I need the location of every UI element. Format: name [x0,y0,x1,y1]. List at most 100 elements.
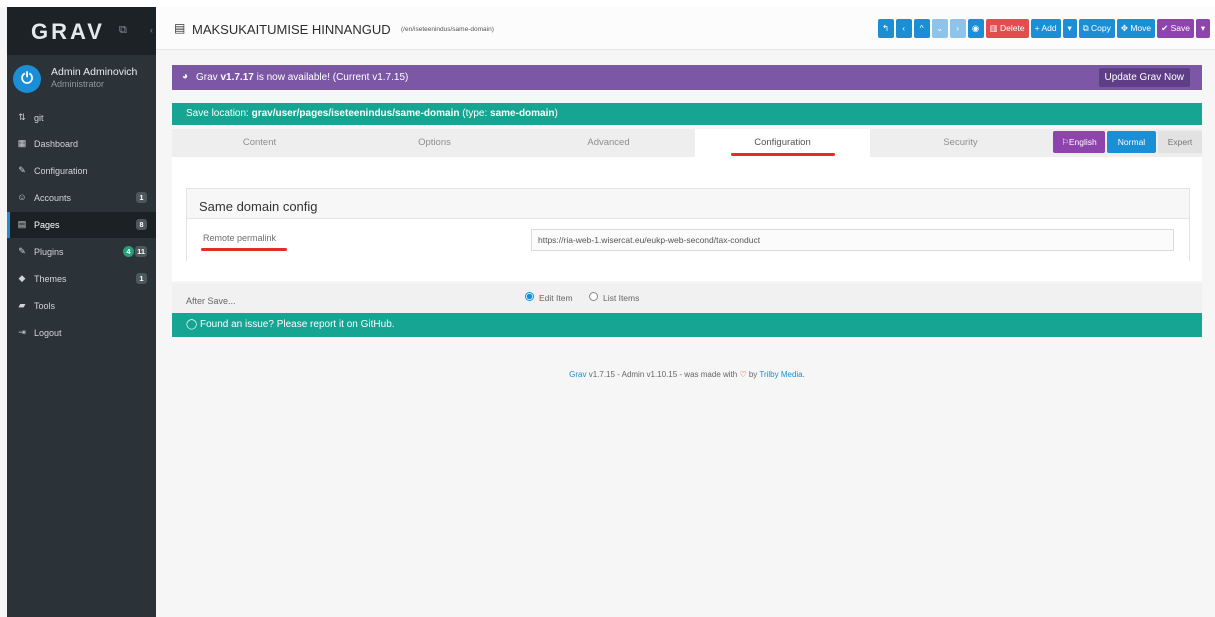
check-icon: ✔ [1161,23,1171,33]
tab-options[interactable]: Options [347,129,522,157]
update-notice: ◕ Grav v1.7.17 is now available! (Curren… [172,65,1202,90]
language-label: English [1068,137,1097,147]
preview-button[interactable]: ◉ [967,19,984,38]
sidebar-item-label: Tools [34,301,56,311]
eye-icon: ◉ [971,23,980,33]
file-icon: ▤ [17,219,27,229]
github-issue-label: Found an issue? Please report it on GitH… [199,319,395,330]
sidebar-item-dashboard[interactable]: ▦ Dashboard [7,131,156,157]
sidebar-item-logout[interactable]: ⇥ Logout [7,320,156,346]
footer: Grav v1.7.15 - Admin v1.10.15 - was made… [172,370,1202,379]
sidebar-item-accounts[interactable]: ☺ Accounts 1 [7,185,156,211]
footer-end: . [802,370,805,379]
themes-count-badge: 1 [136,273,147,284]
add-button[interactable]: + Add [1030,19,1061,38]
save-location-type: same-domain [490,108,555,119]
pages-count-badge: 8 [136,219,147,230]
save-location-text: Save location: grav/user/pages/iseteenin… [186,108,558,119]
label-highlight-underline [201,248,287,251]
list-items-label[interactable]: List Items [603,293,639,303]
save-location-prefix: Save location: [186,108,252,119]
footer-by: by [746,370,760,379]
remote-permalink-input[interactable]: https://ria-web-1.wisercat.eu/eukp-web-s… [531,229,1174,251]
child-page-button[interactable]: ⌄ [931,19,948,38]
sidebar-item-plugins[interactable]: ✎ Plugins 4 11 [7,239,156,265]
edit-item-label[interactable]: Edit Item [539,293,573,303]
user-profile[interactable]: ⏻ Admin Adminovich Administrator [7,59,156,105]
sidebar-item-label: Themes [34,274,67,284]
collapse-sidebar-icon[interactable]: ‹ [150,25,153,35]
mode-normal-button[interactable]: Normal [1107,131,1156,153]
remote-permalink-label: Remote permalink [203,233,277,243]
list-items-radio[interactable] [589,292,598,301]
save-location-type-prefix: (type: [459,108,491,119]
save-location-path: grav/user/pages/iseteenindus/same-domain [251,108,460,119]
add-dropdown-button[interactable]: ▾ [1062,19,1077,38]
compass-icon: ◕ [182,71,189,82]
github-issue-bar[interactable]: ◯ Found an issue? Please report it on Gi… [172,313,1202,337]
wrench-icon: ✎ [18,165,26,175]
update-notice-text: Grav v1.7.17 is now available! (Current … [196,72,408,83]
sidebar-item-label: Accounts [34,193,72,203]
parent-page-button[interactable]: ^ [913,19,930,38]
page-tabs: Content Options Advanced Configuration S… [172,129,1202,157]
caret-down-icon: ▾ [1067,23,1072,33]
language-button[interactable]: ⚐English [1053,131,1105,153]
config-section: Same domain config Remote permalink http… [186,188,1190,261]
back-button[interactable]: ↰ [877,19,894,38]
plugins-count-badge: 11 [135,246,147,257]
sidebar-item-tools[interactable]: ▰ Tools [7,293,156,319]
footer-text: v1.7.15 - Admin v1.10.15 - was made with [586,370,740,379]
copy-button[interactable]: ⧉ Copy [1078,19,1115,38]
sidebar-item-git[interactable]: ⇅ git [7,105,156,131]
avatar: ⏻ [13,65,41,93]
sidebar-item-label: Configuration [34,166,88,176]
dashboard-icon: ▦ [17,138,27,148]
save-location-bar: Save location: grav/user/pages/iseteenin… [172,103,1202,125]
tab-label: Configuration [754,137,811,148]
grav-logo[interactable]: GRAV [31,19,105,45]
sidebar-item-pages[interactable]: ▤ Pages 8 [7,212,156,238]
sidebar-item-label: Logout [34,328,62,338]
form-field-row: Remote permalink https://ria-web-1.wiser… [187,218,1189,261]
chevron-down-icon: ⌄ [936,23,944,33]
sidebar: GRAV ⧉ ‹ ⏻ Admin Adminovich Administrato… [7,7,156,617]
external-link-icon[interactable]: ⧉ [119,24,127,37]
tab-panel: Same domain config Remote permalink http… [172,157,1202,281]
tab-highlight-underline [731,153,835,156]
grav-link[interactable]: Grav [569,370,586,379]
save-button[interactable]: ✔ Save [1157,19,1194,38]
user-role: Administrator [51,79,105,89]
previous-page-button[interactable]: ‹ [895,19,912,38]
top-edge [0,0,1215,7]
move-button[interactable]: ✥ Move [1116,19,1156,38]
tab-configuration[interactable]: Configuration [695,129,870,157]
update-grav-button[interactable]: Update Grav Now [1098,68,1190,87]
heart-icon: ♡ [739,370,747,379]
file-icon: ▤ [174,21,186,35]
sidebar-item-configuration[interactable]: ✎ Configuration [7,158,156,184]
add-label: Add [1041,23,1057,33]
page-toolbar: ↰ ‹ ^ ⌄ › ◉ ▥ Delete + Add ▾ ⧉ Copy ✥ Mo… [877,19,1210,38]
plug-icon: ✎ [18,246,26,256]
tab-security[interactable]: Security [870,129,1051,157]
logo-bar: GRAV ⧉ ‹ [7,7,156,55]
tab-content[interactable]: Content [172,129,347,157]
notice-prefix: Grav [196,72,221,83]
flag-icon: ⚐ [1061,137,1069,147]
sidebar-item-themes[interactable]: ◆ Themes 1 [7,266,156,292]
after-save-label: After Save... [186,296,236,306]
next-page-button[interactable]: › [949,19,966,38]
arrows-icon: ✥ [1120,23,1131,33]
accounts-count-badge: 1 [136,192,147,203]
sidebar-item-label: Pages [34,220,60,230]
mode-expert-button[interactable]: Expert [1158,131,1202,153]
edit-item-radio[interactable] [525,292,534,301]
trilby-media-link[interactable]: Trilby Media [759,370,802,379]
page-header: ▤ MAKSUKAITUMISE HINNANGUD (/en/iseteeni… [156,7,1215,50]
save-dropdown-button[interactable]: ▾ [1196,19,1210,38]
delete-button[interactable]: ▥ Delete [985,19,1029,38]
user-name: Admin Adminovich [51,66,138,78]
notice-suffix: is now available! (Current v1.7.15) [253,72,409,83]
tab-advanced[interactable]: Advanced [522,129,695,157]
